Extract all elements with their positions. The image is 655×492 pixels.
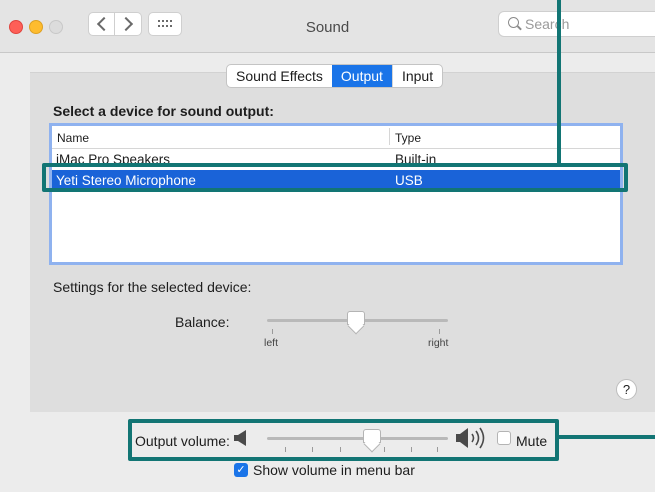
tab-sound-effects[interactable]: Sound Effects [227,65,332,87]
tab-output[interactable]: Output [331,65,392,87]
search-placeholder: Search [525,16,570,32]
annotation-highlight-selected-device [42,163,628,192]
column-header-type[interactable]: Type [395,131,421,145]
annotation-callout-line [559,435,655,439]
search-icon [508,17,519,28]
annotation-callout-line [557,0,561,164]
tab-input[interactable]: Input [391,65,442,87]
show-volume-checkbox[interactable]: ✓ [234,463,248,477]
table-header: Name Type [52,126,620,149]
balance-label: Balance: [175,314,230,330]
balance-tick [439,329,440,334]
tab-bar: Sound Effects Output Input [226,64,444,88]
device-list-heading: Select a device for sound output: [53,103,274,119]
column-header-name[interactable]: Name [57,131,89,145]
settings-label: Settings for the selected device: [53,279,252,295]
column-divider [389,128,390,145]
balance-tick [272,329,273,334]
output-device-table[interactable]: Name Type iMac Pro Speakers Built-in Yet… [49,123,623,265]
balance-slider-knob[interactable] [347,311,365,325]
help-button[interactable]: ? [616,379,637,400]
balance-left-label: left [264,337,279,349]
search-field[interactable]: Search [498,11,655,37]
show-volume-label[interactable]: Show volume in menu bar [253,462,415,478]
checkmark-icon: ✓ [236,464,246,476]
annotation-highlight-output-volume [128,419,559,461]
balance-right-label: right [428,337,449,349]
